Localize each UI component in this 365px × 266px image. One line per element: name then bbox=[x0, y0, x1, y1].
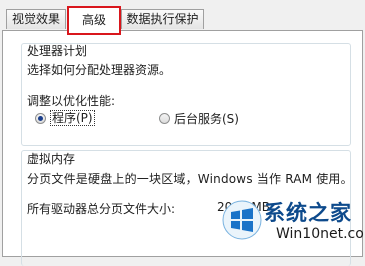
background-services-radio[interactable] bbox=[159, 113, 170, 124]
watermark-title: 系统之家 bbox=[264, 201, 352, 225]
processor-scheduling-title: 处理器计划 bbox=[27, 44, 88, 58]
programs-radio[interactable] bbox=[35, 113, 46, 124]
tab-advanced[interactable]: 高级 bbox=[67, 6, 121, 35]
processor-scheduling-description: 选择如何分配处理器资源。 bbox=[27, 63, 172, 77]
background-services-radio-label[interactable]: 后台服务(S) bbox=[174, 110, 239, 127]
paging-file-total-label: 所有驱动器总分页文件大小: bbox=[27, 202, 176, 216]
adjust-performance-label: 调整以优化性能: bbox=[27, 94, 116, 108]
virtual-memory-title: 虚拟内存 bbox=[27, 152, 76, 166]
tab-data-execution-prevention[interactable]: 数据执行保护 bbox=[121, 9, 204, 29]
programs-label-focus[interactable]: 程序(P) bbox=[50, 110, 95, 126]
programs-radio-label: 程序(P) bbox=[52, 111, 93, 125]
watermark: 系统之家 Win10net.com bbox=[222, 196, 365, 251]
paging-file-description: 分页文件是硬盘上的一块区域，Windows 当作 RAM 使用。 bbox=[27, 172, 353, 186]
tab-visual-effects[interactable]: 视觉效果 bbox=[6, 9, 66, 29]
watermark-subtitle: Win10net.com bbox=[276, 226, 365, 242]
radio-selected-dot bbox=[38, 116, 43, 121]
windows-logo-icon bbox=[222, 200, 262, 240]
tab-strip: 视觉效果 高级 数据执行保护 bbox=[0, 0, 365, 35]
